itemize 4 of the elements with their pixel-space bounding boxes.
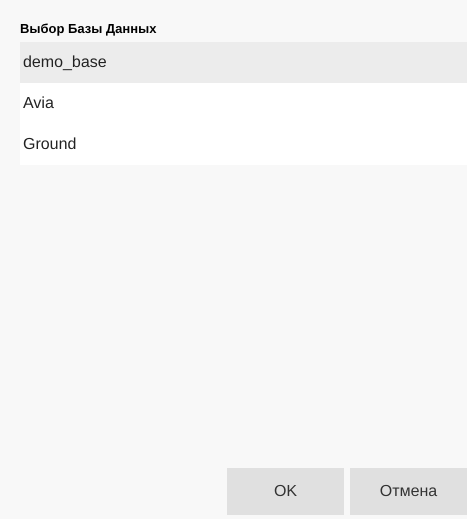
dialog-title: Выбор Базы Данных — [20, 20, 158, 38]
cancel-button[interactable]: Отмена — [350, 468, 467, 515]
database-item[interactable]: demo_base — [20, 42, 467, 83]
ok-button[interactable]: OK — [227, 468, 344, 515]
